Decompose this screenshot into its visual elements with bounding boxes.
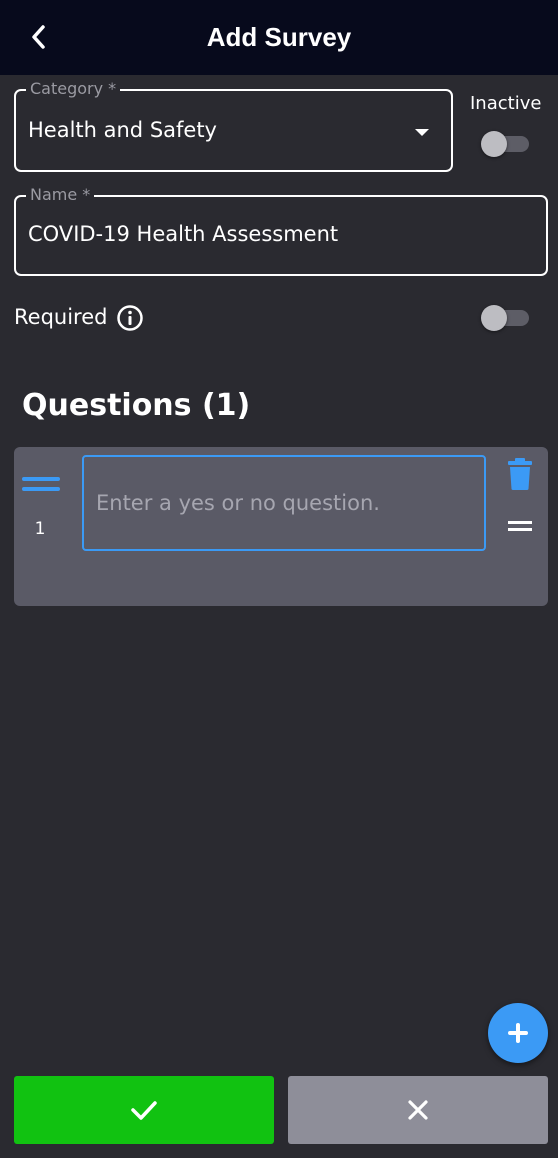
required-toggle[interactable] [481,305,531,331]
category-value: Health and Safety [28,118,217,142]
check-icon [131,1101,157,1120]
questions-title: Questions (1) [22,388,251,423]
question-input[interactable] [82,455,486,551]
add-question-button[interactable] [488,1003,548,1063]
app-header: Add Survey [0,0,558,75]
inactive-toggle[interactable] [481,131,531,157]
close-icon [408,1100,428,1120]
inactive-label: Inactive [470,93,542,114]
category-label: Category * [26,79,121,99]
required-label: Required [14,305,108,329]
category-select[interactable]: Category * Health and Safety [14,79,453,172]
info-icon[interactable] [116,304,144,332]
name-field[interactable]: Name * COVID-19 Health Assessment [14,185,548,276]
inactive-toggle-thumb [481,131,507,157]
required-toggle-thumb [481,305,507,331]
cancel-button[interactable] [288,1076,548,1144]
dropdown-arrow-icon [415,129,429,136]
chevron-left-icon [32,25,45,49]
reorder-icon[interactable] [508,521,534,535]
name-label: Name * [26,185,95,205]
page-title: Add Survey [206,22,352,52]
back-button[interactable] [22,20,56,54]
question-number: 1 [34,519,46,539]
name-value: COVID-19 Health Assessment [28,222,339,246]
drag-handle-icon[interactable] [22,477,62,499]
question-card: 1 [14,447,548,606]
trash-icon[interactable] [506,457,534,491]
confirm-button[interactable] [14,1076,274,1144]
